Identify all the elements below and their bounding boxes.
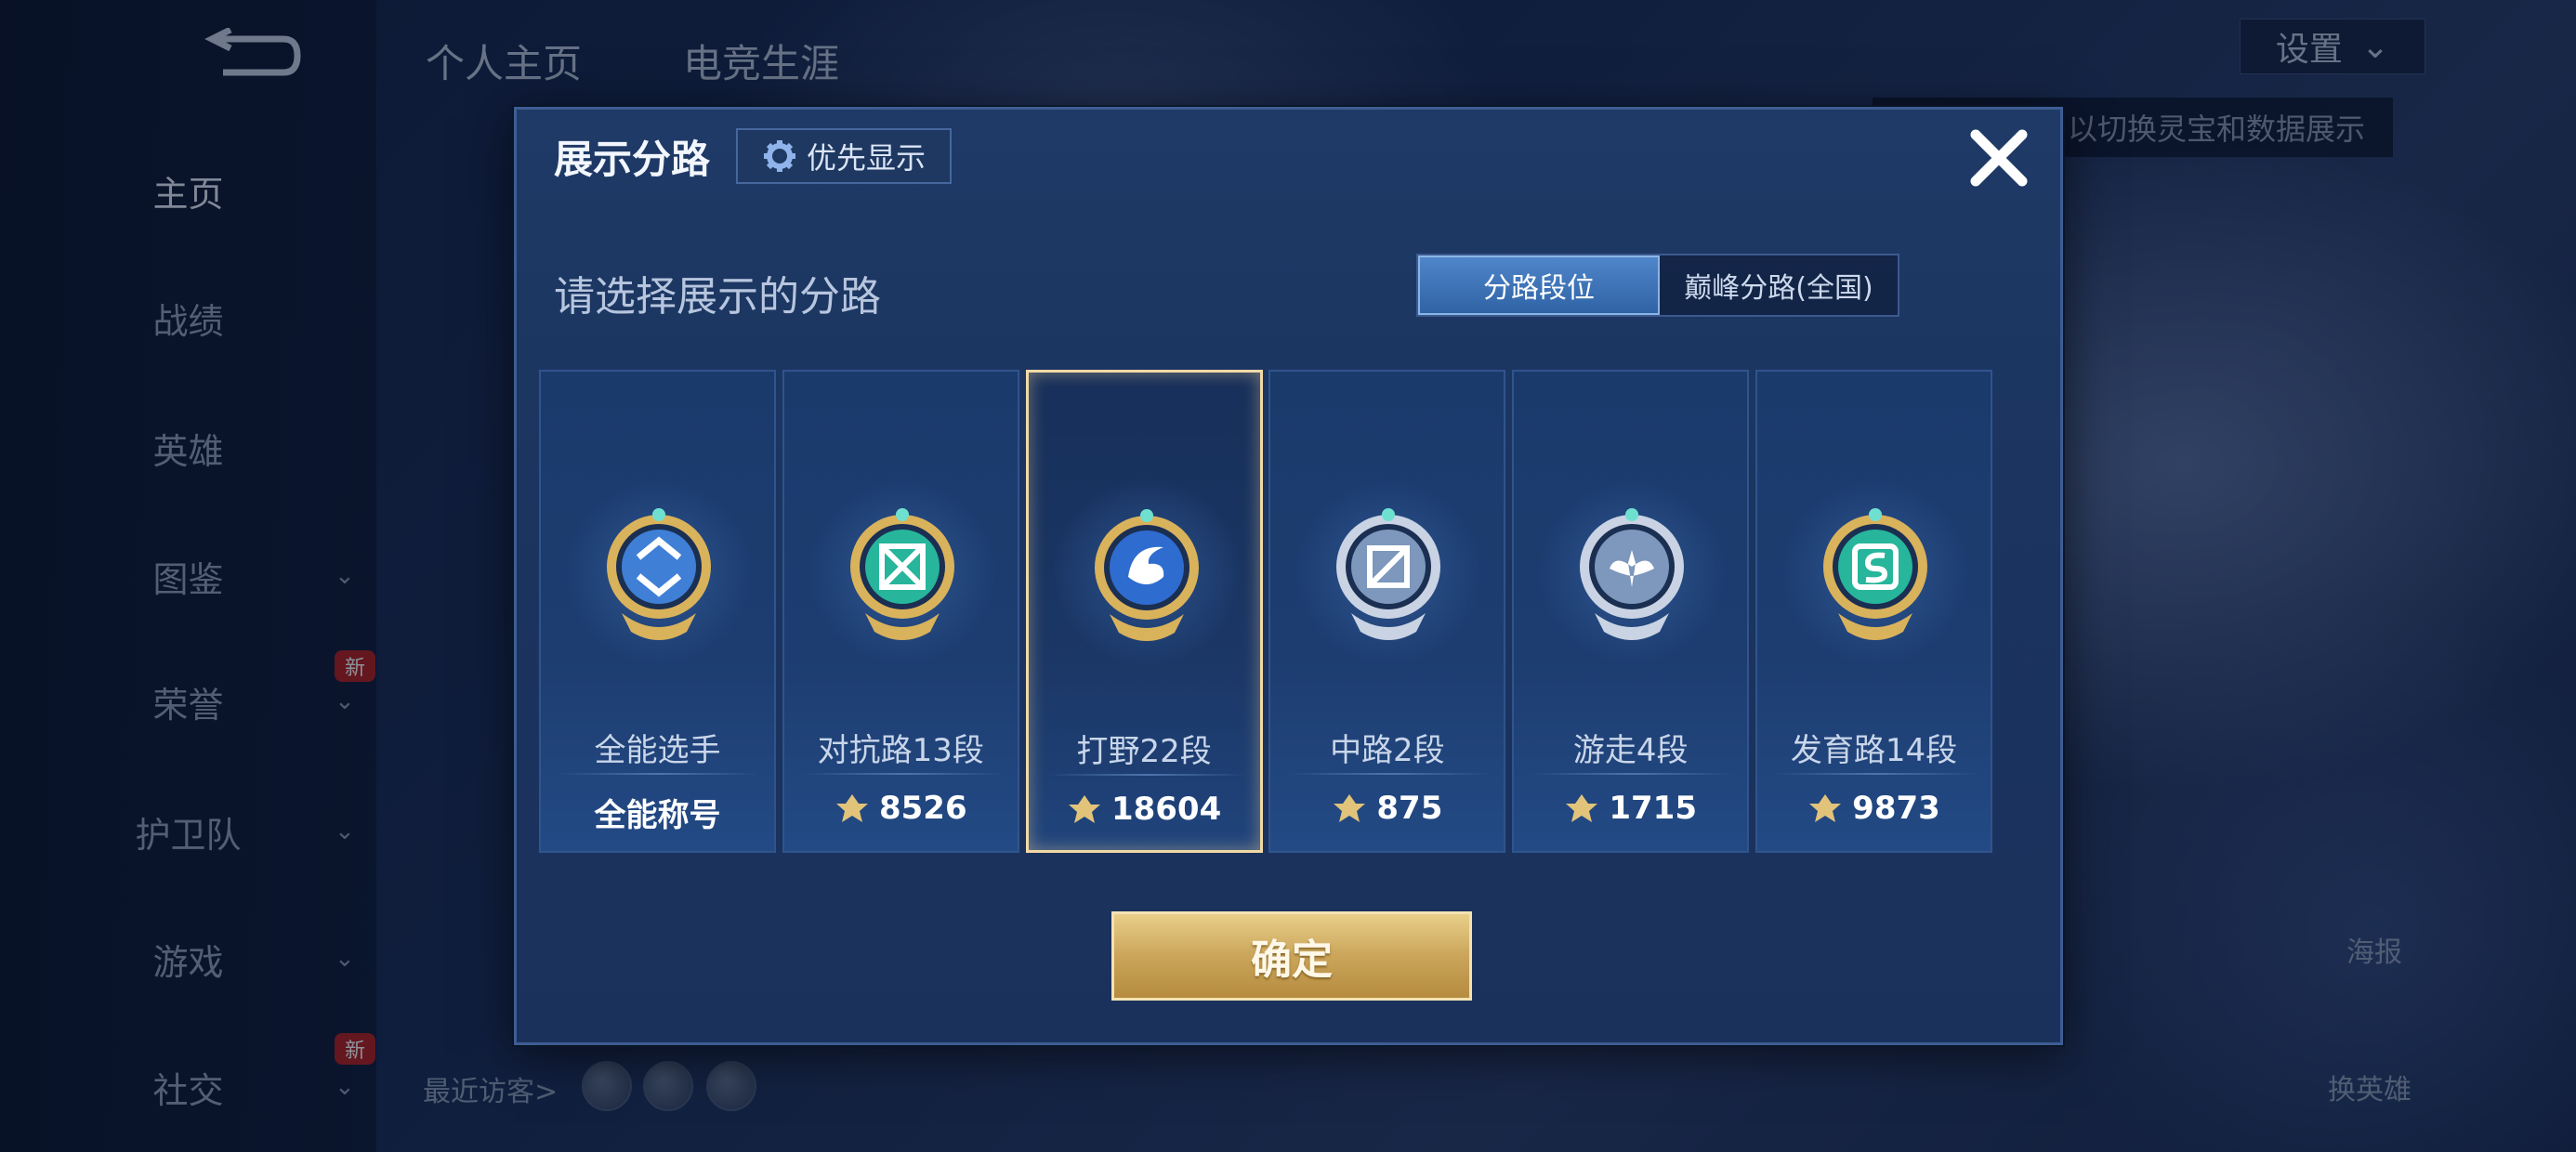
lane-score: 18604 [1029,791,1260,828]
lane-score: 8526 [784,790,1018,827]
allround-rank-emblem-icon [607,508,711,640]
card-divider [1046,774,1247,776]
lane-score-value: 8526 [878,790,967,827]
lane-score-value: 1715 [1609,790,1697,827]
lane-score: 875 [1270,790,1504,827]
lane-card-farm[interactable]: 发育路14段 9873 [1755,370,1992,853]
lane-name: 中路2段 [1330,732,1445,769]
lane-score: 1715 [1514,790,1747,827]
select-prompt: 请选择展示的分路 [554,273,881,321]
lane-name: 对抗路13段 [817,732,984,769]
lane-score: 全能称号 [541,790,774,835]
lane-score-value: 875 [1376,790,1443,827]
lane-card-clash[interactable]: 对抗路13段 8526 [782,370,1019,853]
roam-rank-emblem-icon [1580,508,1685,640]
gear-icon [763,140,795,172]
combat-power-icon [1566,794,1598,822]
lane-card-jungle[interactable]: 打野22段 18604 [1025,370,1263,853]
dialog-title: 展示分路 [554,137,711,182]
segment-lane-rank[interactable]: 分路段位 [1418,255,1660,315]
lane-score-value: 18604 [1111,791,1222,828]
lane-card-allround[interactable]: 全能选手 全能称号 [539,370,776,853]
lane-score: 9873 [1757,790,1991,827]
lane-score-value: 全能称号 [594,797,721,834]
close-icon [1970,129,2028,187]
lane-display-dialog: 展示分路 优先显示 请选择展示的分路 分路段位 巅峰分路(全国) 全能选手 全能… [514,107,2063,1045]
lane-score-value: 9873 [1852,790,1940,827]
lane-card-roam[interactable]: 游走4段 1715 [1512,370,1750,853]
dialog-header: 展示分路 优先显示 [517,110,2060,203]
segment-control: 分路段位 巅峰分路(全国) [1416,254,1899,317]
lane-name: 全能选手 [594,732,721,769]
combat-power-icon [1068,795,1100,823]
mid-rank-emblem-icon [1336,508,1441,640]
card-divider [1289,773,1490,775]
lane-name: 发育路14段 [1790,732,1958,769]
confirm-button[interactable]: 确定 [1111,911,1472,1001]
close-button[interactable] [1962,121,2036,195]
priority-display-button[interactable]: 优先显示 [736,128,952,184]
lane-name: 打野22段 [1076,733,1212,770]
combat-power-icon [1809,794,1842,822]
card-divider [559,773,759,775]
card-divider [802,773,1003,775]
segment-peak-lane[interactable]: 巅峰分路(全国) [1660,255,1898,315]
lane-name: 游走4段 [1572,732,1689,769]
combat-power-icon [835,794,868,822]
combat-power-icon [1334,794,1366,822]
card-divider [1776,773,1976,775]
clash-rank-emblem-icon [849,508,954,640]
jungle-rank-emblem-icon [1094,509,1199,641]
lane-card-mid[interactable]: 中路2段 875 [1268,370,1506,853]
lane-card-list: 全能选手 全能称号 对抗路13段 8526 打野22段 18604 中路2段 875 游走4段 1… [539,370,2044,853]
farm-rank-emblem-icon [1823,508,1927,640]
card-divider [1532,773,1733,775]
priority-label: 优先显示 [806,140,926,176]
